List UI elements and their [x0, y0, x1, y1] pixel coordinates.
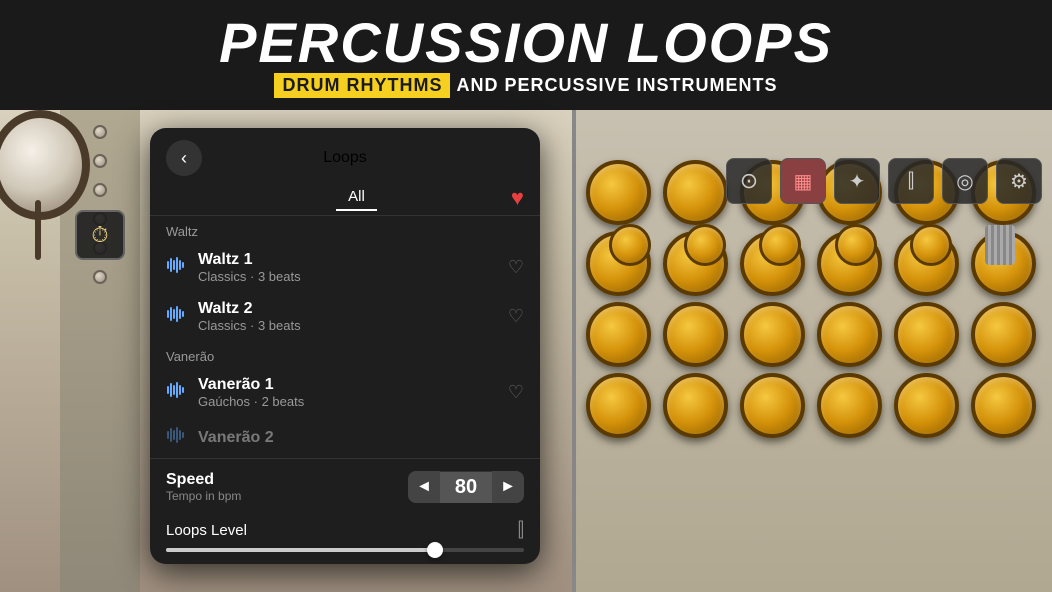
pad-15[interactable]	[740, 302, 805, 367]
level-section: Loops Level ⫿	[150, 513, 540, 564]
pad-14[interactable]	[663, 302, 728, 367]
knob-2[interactable]	[684, 224, 726, 266]
level-mixer-icon[interactable]: ⫿	[518, 519, 524, 542]
waltz2-title: Waltz 2	[198, 300, 508, 318]
level-slider-fill	[166, 548, 435, 552]
speed-label: Speed	[166, 471, 241, 489]
section-waltz: Waltz	[150, 216, 540, 243]
panel-tabs: All ♥	[150, 176, 540, 216]
icon-toolbar: ⊙ ▦ ✦ ⫿ ◎ ⚙	[726, 158, 1042, 204]
knob-1[interactable]	[609, 224, 651, 266]
top-knobs-row	[572, 220, 1052, 270]
wand-toolbar-btn[interactable]: ✦	[834, 158, 880, 204]
vanerao1-heart-icon[interactable]: ♡	[508, 382, 524, 403]
knob-3[interactable]	[759, 224, 801, 266]
pad-19[interactable]	[586, 373, 651, 438]
speed-decrease-btn[interactable]: ◄	[408, 471, 440, 503]
subtitle-container: DRUM RHYTHMS AND PERCUSSIVE INSTRUMENTS	[274, 73, 777, 98]
section-vanerao-label: Vanerão	[166, 349, 214, 364]
vanerao2-title: Vanerão 2	[198, 429, 524, 447]
app-title: PERCUSSION LOOPS	[219, 12, 833, 74]
section-waltz-label: Waltz	[166, 224, 198, 239]
subtitle-rest: AND PERCUSSIVE INSTRUMENTS	[456, 75, 777, 96]
waltz1-title: Waltz 1	[198, 251, 508, 269]
knob-4[interactable]	[835, 224, 877, 266]
pad-24[interactable]	[971, 373, 1036, 438]
knob-5[interactable]	[910, 224, 952, 266]
pad-22[interactable]	[817, 373, 882, 438]
metronome-toolbar-btn[interactable]: ⊙	[726, 158, 772, 204]
section-vanerao: Vanerão	[150, 341, 540, 368]
vanerao2-text: Vanerão 2	[198, 429, 524, 447]
speed-section: Speed Tempo in bpm ◄ 80 ►	[150, 458, 540, 513]
loops-list: Waltz Waltz 1 Classics · 3 beats ♡	[150, 216, 540, 458]
level-slider-thumb[interactable]	[427, 542, 443, 558]
grid-toolbar-icon: ▦	[794, 169, 813, 194]
waveform-icon-vanerao2	[166, 425, 186, 450]
pad-1[interactable]	[586, 160, 651, 225]
metronome-toolbar-icon: ⊙	[740, 168, 758, 194]
favorites-heart-icon[interactable]: ♥	[511, 185, 524, 211]
pad-20[interactable]	[663, 373, 728, 438]
pad-16[interactable]	[817, 302, 882, 367]
list-item-vanerao1[interactable]: Vanerão 1 Gaúchos · 2 beats ♡	[150, 368, 540, 417]
waveform-icon-waltz1	[166, 255, 186, 280]
waltz2-heart-icon[interactable]: ♡	[508, 306, 524, 327]
metronome-button[interactable]: ⏱	[75, 210, 125, 260]
metronome-icon: ⏱	[91, 222, 108, 248]
waltz2-text: Waltz 2 Classics · 3 beats	[198, 300, 508, 333]
loops-panel: ‹ Loops Loops All ♥ Waltz	[150, 128, 540, 564]
pad-21[interactable]	[740, 373, 805, 438]
vanerao1-text: Vanerão 1 Gaúchos · 2 beats	[198, 376, 508, 409]
speed-label-group: Speed Tempo in bpm	[166, 471, 241, 503]
speed-desc: Tempo in bpm	[166, 489, 241, 503]
waltz1-subtitle: Classics · 3 beats	[198, 269, 508, 284]
vanerao1-title: Vanerão 1	[198, 376, 508, 394]
pad-17[interactable]	[894, 302, 959, 367]
waveform-icon-waltz2	[166, 304, 186, 329]
wand-toolbar-icon: ✦	[849, 169, 866, 194]
list-item-vanerao2[interactable]: Vanerão 2	[150, 417, 540, 458]
mixer-toolbar-btn[interactable]: ⫿	[888, 158, 934, 204]
headphone-toolbar-btn[interactable]: ◎	[942, 158, 988, 204]
pad-2[interactable]	[663, 160, 728, 225]
pad-18[interactable]	[971, 302, 1036, 367]
stripe-texture	[985, 225, 1015, 265]
speed-increase-btn[interactable]: ►	[492, 471, 524, 503]
gear-toolbar-icon: ⚙	[1010, 169, 1028, 194]
panel-header-row: ‹ Loops	[150, 128, 540, 176]
panel-title: Loops	[202, 149, 488, 167]
speed-header: Speed Tempo in bpm ◄ 80 ►	[166, 471, 524, 503]
waveform-icon-vanerao1	[166, 380, 186, 405]
level-label: Loops Level	[166, 522, 247, 539]
speed-control: ◄ 80 ►	[408, 471, 524, 503]
pad-23[interactable]	[894, 373, 959, 438]
vanerao1-subtitle: Gaúchos · 2 beats	[198, 394, 508, 409]
level-slider-track[interactable]	[166, 548, 524, 552]
list-item-waltz2[interactable]: Waltz 2 Classics · 3 beats ♡	[150, 292, 540, 341]
back-icon: ‹	[181, 148, 187, 169]
list-item-waltz1[interactable]: Waltz 1 Classics · 3 beats ♡	[150, 243, 540, 292]
pad-13[interactable]	[586, 302, 651, 367]
speed-value: 80	[440, 472, 492, 503]
waltz1-heart-icon[interactable]: ♡	[508, 257, 524, 278]
mixer-toolbar-icon: ⫿	[908, 170, 914, 193]
drum-circle	[0, 110, 90, 220]
gear-toolbar-btn[interactable]: ⚙	[996, 158, 1042, 204]
headphone-toolbar-icon: ◎	[956, 169, 973, 194]
back-button[interactable]: ‹	[166, 140, 202, 176]
waltz1-text: Waltz 1 Classics · 3 beats	[198, 251, 508, 284]
subtitle-highlight: DRUM RHYTHMS	[274, 73, 450, 98]
top-banner: PERCUSSION LOOPS DRUM RHYTHMS AND PERCUS…	[0, 0, 1052, 110]
level-header: Loops Level ⫿	[166, 519, 524, 542]
waltz2-subtitle: Classics · 3 beats	[198, 318, 508, 333]
tab-all[interactable]: All	[336, 184, 377, 211]
drum-stand	[35, 200, 41, 260]
grid-toolbar-btn[interactable]: ▦	[780, 158, 826, 204]
